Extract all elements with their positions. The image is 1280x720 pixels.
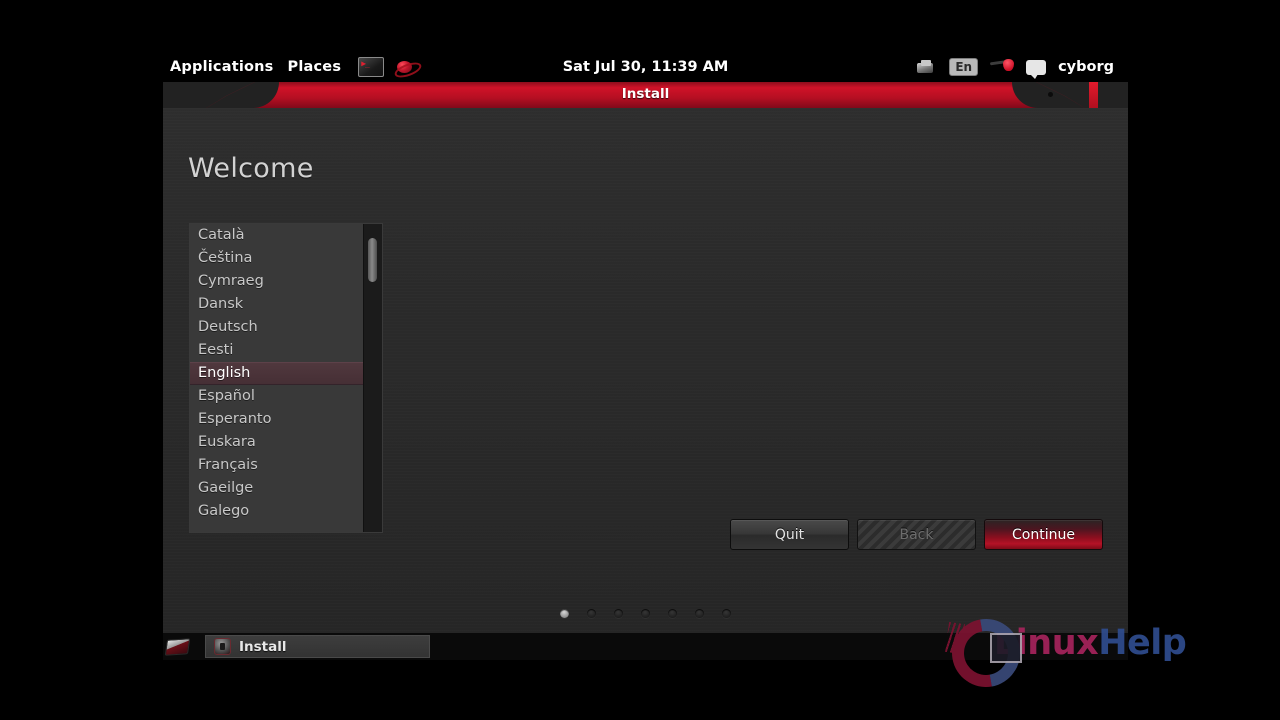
action-buttons: Quit Back Continue: [730, 519, 1103, 550]
terminal-icon[interactable]: [358, 57, 385, 77]
chat-icon[interactable]: [1026, 59, 1047, 79]
list-item[interactable]: Català: [190, 224, 363, 247]
scrollbar-thumb[interactable]: [368, 238, 377, 282]
back-button: Back: [857, 519, 976, 550]
installer-icon: [214, 638, 231, 655]
panel-tray: En cyborg: [915, 52, 1114, 82]
taskbar-window-label: Install: [239, 638, 287, 655]
keyboard-layout-indicator[interactable]: En: [949, 58, 979, 76]
browser-icon[interactable]: [394, 58, 418, 76]
step-dot[interactable]: [668, 609, 677, 618]
list-item[interactable]: Deutsch: [190, 316, 363, 339]
list-item[interactable]: Euskara: [190, 431, 363, 454]
step-dot[interactable]: [587, 609, 596, 618]
taskbar-window-button[interactable]: Install: [205, 635, 430, 658]
list-item[interactable]: Gaeilge: [190, 477, 363, 500]
applications-menu[interactable]: Applications: [163, 57, 281, 77]
show-desktop-button[interactable]: [163, 633, 191, 660]
step-dot[interactable]: [641, 609, 650, 618]
show-desktop-icon: [164, 637, 190, 656]
quit-button[interactable]: Quit: [730, 519, 849, 550]
close-icon[interactable]: [1089, 82, 1098, 108]
places-menu[interactable]: Places: [281, 57, 349, 77]
top-panel: Applications Places Sat Jul 30, 11:39 AM…: [163, 52, 1128, 82]
network-icon[interactable]: [990, 58, 1015, 76]
language-list-scrollbar[interactable]: [363, 224, 382, 532]
install-window: Install Welcome Català Čeština Cymraeg D…: [163, 82, 1128, 633]
language-list-panel: Català Čeština Cymraeg Dansk Deutsch Ees…: [189, 223, 383, 533]
list-item[interactable]: Esperanto: [190, 408, 363, 431]
step-indicator: [163, 609, 1128, 618]
window-body: Welcome Català Čeština Cymraeg Dansk Deu…: [163, 108, 1128, 633]
continue-button[interactable]: Continue: [984, 519, 1103, 550]
list-item[interactable]: Español: [190, 385, 363, 408]
window-menu-dot[interactable]: [1048, 92, 1053, 97]
list-item[interactable]: Français: [190, 454, 363, 477]
window-title: Install: [621, 86, 670, 102]
window-titlebar[interactable]: Install: [163, 82, 1128, 108]
taskbar: Install: [163, 633, 1128, 660]
page-title: Welcome: [188, 153, 314, 184]
list-item[interactable]: Čeština: [190, 247, 363, 270]
list-item[interactable]: Dansk: [190, 293, 363, 316]
printer-icon[interactable]: [915, 59, 937, 76]
step-dot[interactable]: [722, 609, 731, 618]
user-menu[interactable]: cyborg: [1058, 59, 1114, 75]
panel-launchers: [358, 57, 418, 77]
step-dot[interactable]: [695, 609, 704, 618]
list-item-selected[interactable]: English: [190, 362, 363, 385]
step-dot[interactable]: [560, 609, 569, 618]
step-dot[interactable]: [614, 609, 623, 618]
list-item[interactable]: Eesti: [190, 339, 363, 362]
list-item[interactable]: Cymraeg: [190, 270, 363, 293]
screen-root: Applications Places Sat Jul 30, 11:39 AM…: [0, 0, 1280, 720]
language-list[interactable]: Català Čeština Cymraeg Dansk Deutsch Ees…: [190, 224, 363, 532]
list-item[interactable]: Galego: [190, 500, 363, 523]
